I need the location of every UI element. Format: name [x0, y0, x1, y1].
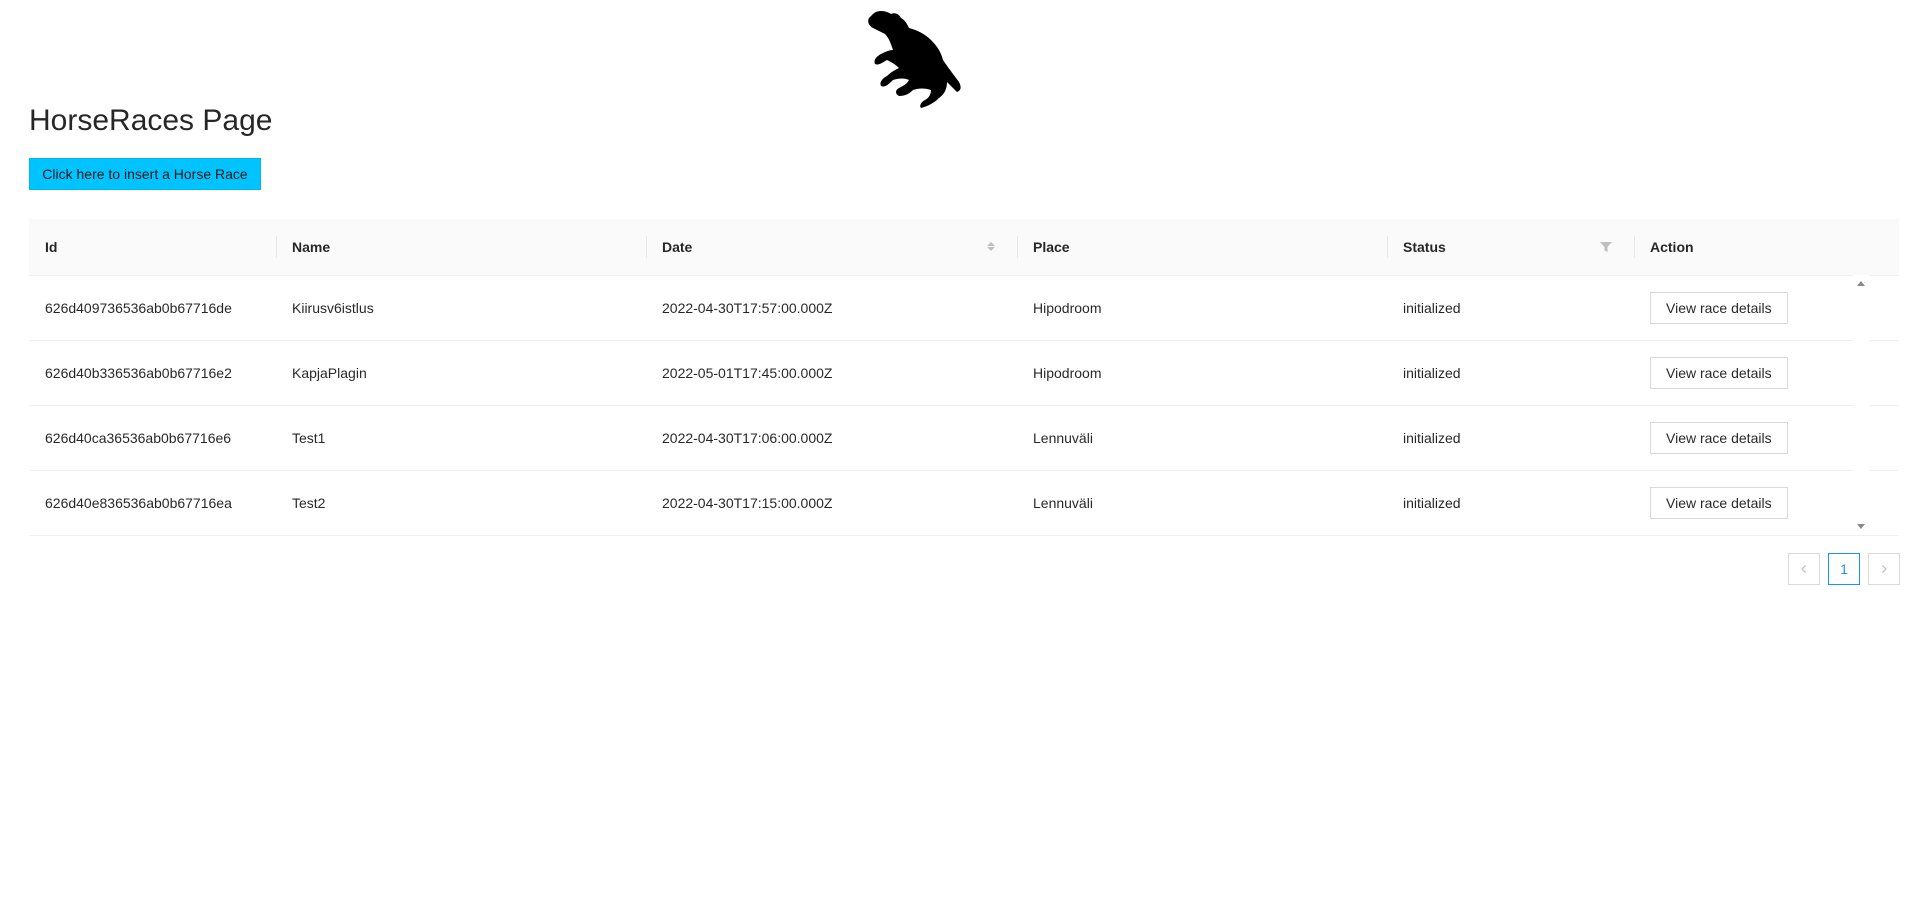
cell-id: 626d409736536ab0b67716de: [29, 275, 276, 341]
sort-icon[interactable]: [987, 242, 995, 252]
table-scrollbar[interactable]: [1853, 275, 1870, 535]
column-header-action: Action: [1634, 219, 1899, 276]
view-race-details-button[interactable]: View race details: [1650, 486, 1788, 519]
column-header-id: Id: [29, 219, 276, 276]
column-label: Status: [1403, 238, 1446, 255]
table-header-row: Id Name Date Place Status Action: [29, 219, 1899, 276]
cell-name: KapjaPlagin: [276, 340, 646, 406]
column-header-status: Status: [1387, 219, 1634, 276]
cell-id: 626d40e836536ab0b67716ea: [29, 470, 276, 536]
column-header-place: Place: [1017, 219, 1387, 276]
page-title: HorseRaces Page: [29, 104, 273, 137]
filter-icon[interactable]: [1600, 241, 1612, 253]
column-divider: [276, 235, 277, 258]
rearing-horse-icon: [868, 11, 961, 108]
rearing-horse-logo: [865, 8, 965, 110]
cell-status: initialized: [1387, 470, 1634, 536]
cell-status: initialized: [1387, 405, 1634, 471]
cell-id: 626d40b336536ab0b67716e2: [29, 340, 276, 406]
cell-place: Hipodroom: [1017, 340, 1387, 406]
cell-name: Kiirusv6istlus: [276, 275, 646, 341]
cell-place: Lennuväli: [1017, 405, 1387, 471]
cell-place: Lennuväli: [1017, 470, 1387, 536]
table-row: 626d40ca36536ab0b67716e6 Test1 2022-04-3…: [29, 405, 1899, 471]
cell-name: Test2: [276, 470, 646, 536]
column-divider: [1387, 235, 1388, 258]
chevron-right-icon: [1882, 565, 1887, 573]
prev-page-button[interactable]: [1788, 553, 1820, 585]
cell-name: Test1: [276, 405, 646, 471]
table-row: 626d40e836536ab0b67716ea Test2 2022-04-3…: [29, 470, 1899, 536]
scroll-up-arrow-icon[interactable]: [1857, 281, 1865, 286]
column-label: Name: [292, 238, 331, 255]
column-divider: [646, 235, 647, 258]
cell-date: 2022-04-30T17:06:00.000Z: [646, 405, 1017, 471]
next-page-button[interactable]: [1868, 553, 1900, 585]
chevron-left-icon: [1801, 565, 1806, 573]
column-divider: [1634, 235, 1635, 258]
cell-place: Hipodroom: [1017, 275, 1387, 341]
view-race-details-button[interactable]: View race details: [1650, 421, 1788, 454]
page-number-button[interactable]: 1: [1828, 553, 1860, 585]
column-label: Date: [662, 238, 693, 255]
column-label: Id: [45, 238, 58, 255]
table-row: 626d40b336536ab0b67716e2 KapjaPlagin 202…: [29, 340, 1899, 406]
scroll-down-arrow-icon[interactable]: [1857, 524, 1865, 529]
cell-status: initialized: [1387, 340, 1634, 406]
cell-date: 2022-04-30T17:57:00.000Z: [646, 275, 1017, 341]
cell-status: initialized: [1387, 275, 1634, 341]
column-label: Action: [1650, 238, 1694, 255]
insert-horse-race-button[interactable]: Click here to insert a Horse Race: [29, 158, 261, 190]
cell-id: 626d40ca36536ab0b67716e6: [29, 405, 276, 471]
horse-races-table: Id Name Date Place Status Action 626d409…: [29, 219, 1899, 536]
cell-date: 2022-05-01T17:45:00.000Z: [646, 340, 1017, 406]
column-divider: [1017, 235, 1018, 258]
table-row: 626d409736536ab0b67716de Kiirusv6istlus …: [29, 275, 1899, 341]
column-label: Place: [1033, 238, 1070, 255]
view-race-details-button[interactable]: View race details: [1650, 291, 1788, 324]
pagination: 1: [1788, 553, 1900, 585]
column-header-name: Name: [276, 219, 646, 276]
view-race-details-button[interactable]: View race details: [1650, 356, 1788, 389]
column-header-date[interactable]: Date: [646, 219, 1017, 276]
cell-date: 2022-04-30T17:15:00.000Z: [646, 470, 1017, 536]
